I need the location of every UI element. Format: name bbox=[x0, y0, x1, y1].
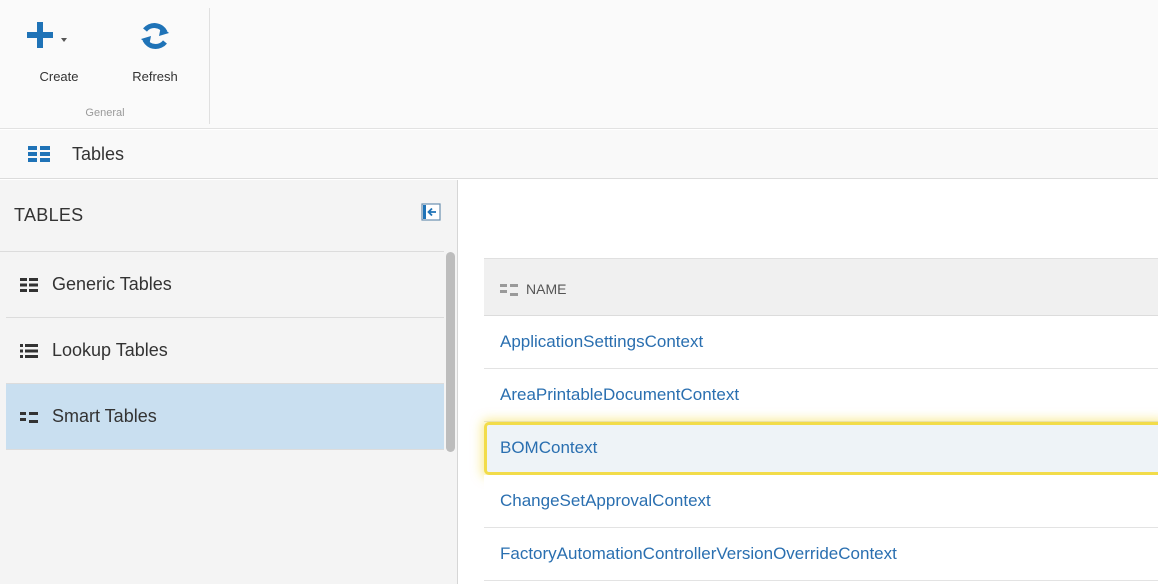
ribbon-group-general: Create Refresh General bbox=[0, 8, 210, 124]
refresh-button-label: Refresh bbox=[132, 69, 178, 84]
table-row[interactable]: FactoryAutomationControllerVersionOverri… bbox=[484, 528, 1158, 581]
refresh-button[interactable]: Refresh bbox=[117, 20, 193, 90]
sidebar-item-generic-tables[interactable]: Generic Tables bbox=[6, 252, 444, 318]
sidebar-item-label: Generic Tables bbox=[52, 274, 172, 294]
sidebar-scrollbar[interactable] bbox=[445, 252, 456, 584]
table-cell-name[interactable]: AreaPrintableDocumentContext bbox=[500, 385, 739, 405]
table-cell-name[interactable]: FactoryAutomationControllerVersionOverri… bbox=[500, 544, 897, 564]
ribbon-toolbar: Create Refresh General bbox=[0, 0, 1158, 129]
scrollbar-thumb[interactable] bbox=[446, 252, 455, 452]
plus-icon bbox=[27, 22, 67, 48]
smart-tables-icon bbox=[20, 412, 38, 423]
sidebar-item-label: Lookup Tables bbox=[52, 340, 168, 360]
table-cell-name[interactable]: ChangeSetApprovalContext bbox=[500, 491, 711, 511]
table-cell-name[interactable]: BOMContext bbox=[500, 438, 597, 458]
collapse-left-icon[interactable] bbox=[421, 203, 441, 221]
sidebar-header: TABLES bbox=[0, 180, 444, 252]
generic-tables-icon bbox=[20, 278, 38, 292]
table-row[interactable]: ApplicationSettingsContext bbox=[484, 316, 1158, 369]
sidebar-item-smart-tables[interactable]: Smart Tables bbox=[6, 384, 444, 450]
grid-header: NAME bbox=[484, 258, 1158, 316]
smart-tables-icon bbox=[500, 284, 518, 296]
create-button-label: Create bbox=[39, 69, 79, 84]
create-button[interactable]: Create bbox=[21, 20, 97, 90]
tables-grid-icon bbox=[28, 146, 50, 162]
column-header-name[interactable]: NAME bbox=[526, 281, 566, 297]
tables-sidebar: TABLES Generic Tables Lookup Tables Smar… bbox=[0, 180, 458, 584]
table-cell-name[interactable]: ApplicationSettingsContext bbox=[500, 332, 703, 352]
refresh-icon bbox=[141, 23, 169, 49]
table-row[interactable]: AreaPrintableDocumentContext bbox=[484, 369, 1158, 422]
page-title-bar: Tables bbox=[0, 130, 1158, 179]
sidebar-item-lookup-tables[interactable]: Lookup Tables bbox=[6, 318, 444, 384]
table-row[interactable]: ChangeSetApprovalContext bbox=[484, 475, 1158, 528]
table-row-selected[interactable]: BOMContext bbox=[484, 422, 1158, 475]
ribbon-group-label: General bbox=[85, 107, 125, 119]
page-title: Tables bbox=[72, 144, 125, 164]
smart-tables-content: NAME ApplicationSettingsContext AreaPrin… bbox=[459, 180, 1158, 584]
sidebar-title: TABLES bbox=[14, 205, 84, 225]
sidebar-item-label: Smart Tables bbox=[52, 406, 157, 426]
lookup-tables-icon bbox=[20, 344, 38, 358]
